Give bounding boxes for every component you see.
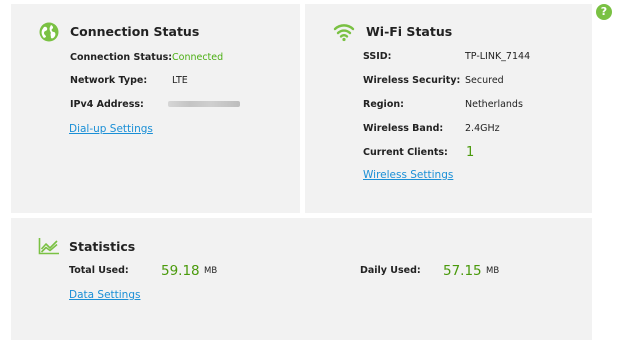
ssid-value: TP-LINK_7144 bbox=[465, 51, 531, 62]
total-used-unit: MB bbox=[204, 266, 218, 276]
current-clients-value: 1 bbox=[466, 145, 475, 160]
wireless-band-label: Wireless Band: bbox=[363, 123, 444, 134]
wireless-security-label: Wireless Security: bbox=[363, 75, 461, 86]
dial-up-settings-link[interactable]: Dial-up Settings bbox=[69, 123, 153, 135]
wireless-settings-link[interactable]: Wireless Settings bbox=[363, 169, 453, 181]
data-settings-link[interactable]: Data Settings bbox=[69, 289, 140, 301]
daily-used-label: Daily Used: bbox=[360, 265, 421, 276]
ipv4-address-label: IPv4 Address: bbox=[70, 99, 144, 110]
daily-used-unit: MB bbox=[486, 266, 500, 276]
region-value: Netherlands bbox=[465, 99, 523, 110]
ipv4-address-value-redacted bbox=[168, 101, 240, 107]
total-used-label: Total Used: bbox=[69, 265, 129, 276]
connection-status-value: Connected bbox=[172, 52, 224, 63]
wireless-band-value: 2.4GHz bbox=[465, 123, 500, 134]
daily-used-value: 57.15 bbox=[443, 263, 482, 279]
total-used-value: 59.18 bbox=[161, 263, 200, 279]
wifi-icon bbox=[333, 24, 355, 42]
chart-line-icon bbox=[38, 238, 59, 255]
network-type-label: Network Type: bbox=[70, 75, 148, 86]
globe-icon bbox=[39, 22, 59, 42]
current-clients-label: Current Clients: bbox=[363, 147, 448, 158]
connection-status-panel: Connection Status Connection Status: Con… bbox=[11, 4, 300, 213]
network-type-value: LTE bbox=[172, 75, 188, 86]
wifi-status-panel: Wi-Fi Status SSID: TP-LINK_7144 Wireless… bbox=[305, 4, 592, 213]
help-button[interactable]: ? bbox=[596, 4, 612, 20]
connection-status-label: Connection Status: bbox=[70, 52, 173, 63]
wireless-security-value: Secured bbox=[465, 75, 504, 86]
statistics-title: Statistics bbox=[69, 239, 136, 254]
ssid-label: SSID: bbox=[363, 51, 392, 62]
wifi-status-title: Wi-Fi Status bbox=[366, 24, 453, 39]
statistics-panel: Statistics Total Used: 59.18 MB Daily Us… bbox=[11, 218, 592, 340]
connection-status-title: Connection Status bbox=[70, 24, 200, 39]
region-label: Region: bbox=[363, 99, 404, 110]
